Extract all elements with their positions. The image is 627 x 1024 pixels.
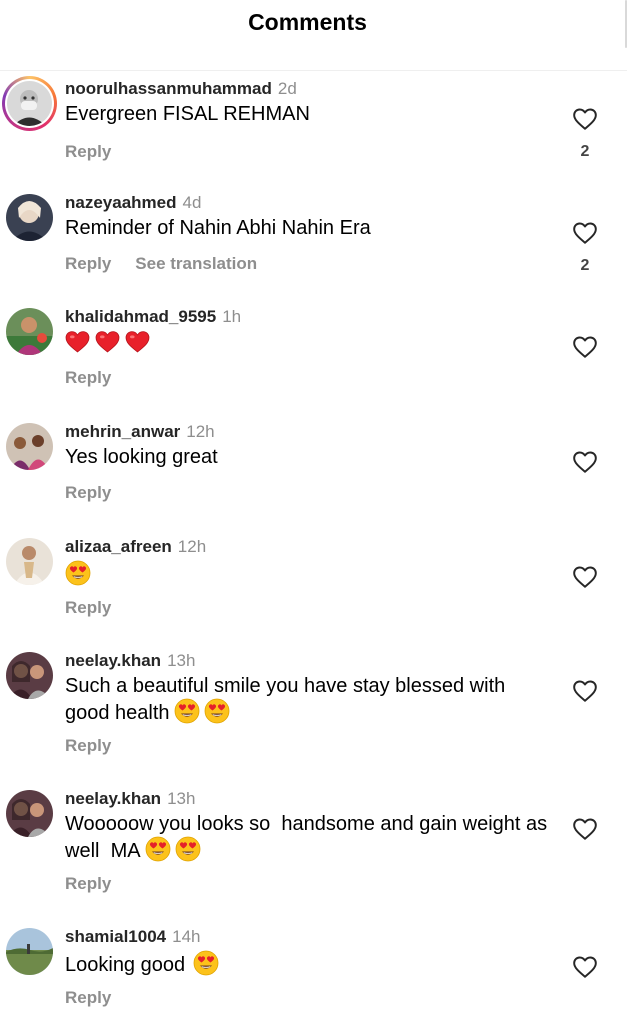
- comment-text: Reminder of Nahin Abhi Nahin Era: [65, 217, 371, 239]
- avatar[interactable]: [6, 308, 53, 355]
- comment-username[interactable]: khalidahmad_9595: [65, 307, 216, 326]
- comment-username[interactable]: nazeyaahmed: [65, 193, 177, 212]
- comment-timestamp: 12h: [177, 537, 207, 556]
- comment-timestamp: 13h: [167, 789, 196, 808]
- like-heart-icon[interactable]: [572, 678, 598, 704]
- comment-item: neelay.khan 13h Such a beautiful smile yo…: [0, 648, 627, 768]
- comment-item: alizaa_afreen 12h Reply: [0, 534, 627, 634]
- like-heart-icon[interactable]: [572, 449, 598, 475]
- comment-text: Such a beautiful smile you have stay ble…: [65, 675, 506, 724]
- user-avatar-man-grey-beard: [7, 81, 52, 126]
- comment-username[interactable]: alizaa_afreen: [65, 537, 172, 556]
- comment-text: Looking good: [65, 950, 555, 977]
- like-count: 2: [580, 257, 590, 274]
- comment-item: neelay.khan 13h Wooooow you looks so hand…: [0, 786, 627, 906]
- user-avatar-two-women: [6, 790, 53, 837]
- comment-item: mehrin_anwar 12h Yes looking great Reply: [0, 419, 627, 519]
- comment-username[interactable]: mehrin_anwar: [65, 422, 180, 441]
- see-translation-button[interactable]: See translation: [135, 254, 257, 273]
- user-avatar-light-outfit: [6, 538, 53, 585]
- like-heart-icon[interactable]: [572, 220, 598, 246]
- comment-username[interactable]: shamial1004: [65, 927, 166, 946]
- comment-timestamp: 1h: [222, 307, 242, 326]
- like-heart-icon[interactable]: [572, 564, 598, 590]
- comment-text: Yes looking great: [65, 446, 218, 468]
- comments-header: Comments: [0, 0, 627, 71]
- reply-button[interactable]: Reply: [65, 736, 111, 755]
- comment-item: shamial1004 14h Looking good Reply: [0, 924, 627, 1024]
- comment-text: Wooooow you looks so handsome and gain w…: [65, 813, 553, 862]
- comment-timestamp: 13h: [167, 651, 196, 670]
- heart-eyes-emoji-icon: [145, 836, 170, 862]
- reply-button[interactable]: Reply: [65, 254, 111, 273]
- red-heart-emoji-icon: [65, 331, 90, 353]
- comment-timestamp: 14h: [172, 927, 201, 946]
- comment-username[interactable]: neelay.khan: [65, 651, 161, 670]
- avatar[interactable]: [6, 423, 53, 470]
- user-avatar-man-outdoor: [6, 308, 53, 355]
- user-avatar-field-landscape: [6, 928, 53, 975]
- comment-timestamp: 4d: [182, 193, 202, 212]
- avatar[interactable]: [6, 538, 53, 585]
- comment-item: nazeyaahmed 4d Reminder of Nahin Abhi Nah…: [0, 190, 627, 290]
- like-heart-icon[interactable]: [572, 106, 598, 132]
- reply-button[interactable]: Reply: [65, 988, 111, 1007]
- avatar[interactable]: [6, 652, 53, 699]
- comment-timestamp: 2d: [277, 79, 297, 98]
- comment-text: [65, 560, 555, 587]
- reply-button[interactable]: Reply: [65, 598, 111, 617]
- comment-item: noorulhassanmuhammad 2d Evergreen FISAL R…: [0, 76, 627, 176]
- like-heart-icon[interactable]: [572, 816, 598, 842]
- red-heart-emoji-icon: [125, 331, 150, 353]
- heart-eyes-emoji-icon: [204, 698, 229, 724]
- reply-button[interactable]: Reply: [65, 874, 111, 893]
- like-count: 2: [580, 143, 590, 160]
- avatar[interactable]: [6, 194, 53, 241]
- user-avatar-two-women: [6, 652, 53, 699]
- comment-timestamp: 12h: [186, 422, 215, 441]
- heart-eyes-emoji-icon: [174, 698, 199, 724]
- comment-username[interactable]: neelay.khan: [65, 789, 161, 808]
- comment-text: [65, 330, 555, 356]
- user-avatar-group-photo: [6, 423, 53, 470]
- heart-eyes-emoji-icon: [65, 560, 91, 586]
- avatar[interactable]: [2, 76, 57, 131]
- comment-username[interactable]: noorulhassanmuhammad: [65, 79, 272, 98]
- reply-button[interactable]: Reply: [65, 368, 111, 387]
- heart-eyes-emoji-icon: [193, 950, 219, 976]
- like-heart-icon[interactable]: [572, 954, 598, 980]
- comment-text: Evergreen FISAL REHMAN: [65, 103, 310, 125]
- avatar[interactable]: [6, 790, 53, 837]
- like-heart-icon[interactable]: [572, 334, 598, 360]
- avatar[interactable]: [6, 928, 53, 975]
- heart-eyes-emoji-icon: [175, 836, 200, 862]
- red-heart-emoji-icon: [95, 331, 120, 353]
- page-title: Comments: [248, 9, 367, 35]
- reply-button[interactable]: Reply: [65, 142, 111, 161]
- user-avatar-woman-portrait: [6, 194, 53, 241]
- reply-button[interactable]: Reply: [65, 483, 111, 502]
- comment-item: khalidahmad_9595 1h Reply: [0, 304, 627, 404]
